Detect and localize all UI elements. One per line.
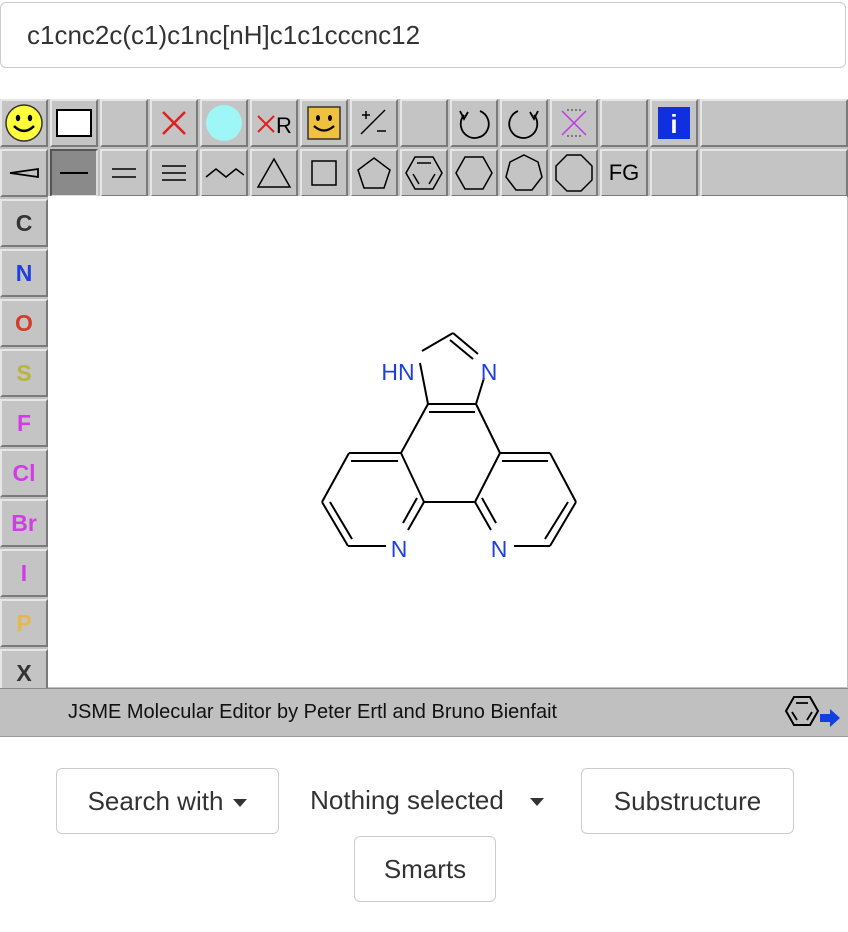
delete-hydrogens-icon[interactable]: [550, 99, 598, 147]
bond: [549, 452, 577, 503]
drawing-canvas[interactable]: HN N N N: [48, 196, 847, 687]
fg-label: FG: [608, 160, 640, 185]
redo-icon[interactable]: [500, 99, 548, 147]
empty-tool-3[interactable]: [600, 99, 648, 147]
empty-tool-1[interactable]: [100, 99, 148, 147]
molecule-bonds: [321, 332, 577, 547]
template-smiley-icon[interactable]: [300, 99, 348, 147]
atom-label-n-imidazole: N: [481, 359, 498, 385]
mark-atom-icon[interactable]: [200, 99, 248, 147]
status-bar: JSME Molecular Editor by Peter Ertl and …: [0, 688, 848, 734]
atom-label-n-left: N: [391, 536, 408, 562]
info-icon[interactable]: i: [650, 99, 698, 147]
double-bond-icon[interactable]: [100, 149, 148, 197]
bond: [407, 501, 425, 531]
search-with-label: Search with: [87, 785, 224, 816]
functional-group-button[interactable]: FG: [600, 149, 648, 197]
element-br-button[interactable]: Br: [0, 499, 48, 547]
smarts-button[interactable]: Smarts: [354, 836, 496, 902]
stereo-bond-icon[interactable]: [0, 149, 48, 197]
bond: [400, 452, 425, 503]
svg-text:R: R: [276, 113, 292, 138]
single-bond-icon[interactable]: [50, 149, 98, 197]
smarts-label: Smarts: [383, 853, 467, 884]
element-n-button[interactable]: N: [0, 249, 48, 297]
bond: [419, 362, 429, 405]
substructure-label: Substructure: [613, 785, 762, 816]
substructure-button[interactable]: Substructure: [581, 768, 794, 834]
info-label: i: [670, 109, 677, 139]
jsme-editor: R i FG C N O S F Cl Br I P X HN N N N JS…: [0, 99, 848, 737]
empty-tool-2[interactable]: [400, 99, 448, 147]
bond: [321, 452, 350, 503]
delete-icon[interactable]: [150, 99, 198, 147]
search-with-dropdown[interactable]: Search with: [56, 768, 279, 834]
empty-tool-4[interactable]: [650, 149, 698, 197]
bond: [474, 501, 492, 531]
chain-icon[interactable]: [200, 149, 248, 197]
element-f-button[interactable]: F: [0, 399, 48, 447]
charge-icon[interactable]: [350, 99, 398, 147]
element-i-button[interactable]: I: [0, 549, 48, 597]
smiles-input[interactable]: [0, 2, 846, 68]
element-c-button[interactable]: C: [0, 199, 48, 247]
search-type-label: Nothing selected: [310, 784, 504, 815]
bond: [400, 403, 429, 454]
clear-canvas-icon[interactable]: [50, 99, 98, 147]
bond: [474, 452, 501, 503]
bond: [421, 332, 454, 352]
ring-4-icon[interactable]: [300, 149, 348, 197]
credit-text: JSME Molecular Editor by Peter Ertl and …: [68, 701, 558, 723]
delete-r-group-icon[interactable]: R: [250, 99, 298, 147]
benzene-ring-icon[interactable]: [400, 149, 448, 197]
bond: [475, 403, 501, 454]
atom-label-n-right: N: [491, 536, 508, 562]
smiley-icon[interactable]: [0, 99, 48, 147]
toolbar-row2-filler: [700, 149, 848, 197]
bond: [449, 339, 474, 360]
element-cl-button[interactable]: Cl: [0, 449, 48, 497]
undo-icon[interactable]: [450, 99, 498, 147]
ring-3-icon[interactable]: [250, 149, 298, 197]
element-o-button[interactable]: O: [0, 299, 48, 347]
toolbar-row1-filler: [700, 99, 848, 147]
caret-down-icon: [233, 799, 248, 807]
atom-label-hn: HN: [381, 359, 414, 385]
ring-8-icon[interactable]: [550, 149, 598, 197]
jsme-logo-icon: [784, 696, 840, 727]
element-s-button[interactable]: S: [0, 349, 48, 397]
triple-bond-icon[interactable]: [150, 149, 198, 197]
ring-7-icon[interactable]: [500, 149, 548, 197]
ring-6-icon[interactable]: [450, 149, 498, 197]
search-type-select[interactable]: Nothing selected: [292, 768, 562, 832]
caret-down-icon: [529, 798, 544, 806]
ring-5-icon[interactable]: [350, 149, 398, 197]
bond: [452, 332, 479, 355]
element-p-button[interactable]: P: [0, 599, 48, 647]
